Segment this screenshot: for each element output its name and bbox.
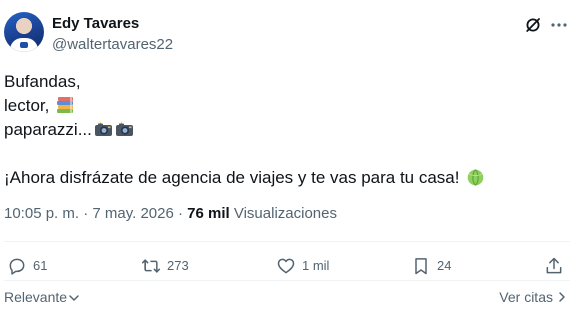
- post-line: ¡Ahora disfrázate de agencia de viajes y…: [4, 166, 564, 190]
- timestamp[interactable]: 10:05 p. m. · 7 may. 2026 ·: [4, 205, 187, 222]
- sort-replies-dropdown[interactable]: Relevante: [4, 287, 80, 307]
- divider: [4, 280, 570, 281]
- camera-with-flash-emoji: [94, 121, 112, 136]
- repost-count: 273: [167, 258, 189, 273]
- chevron-right-icon: [559, 292, 565, 302]
- view-quotes-link[interactable]: Ver citas: [499, 287, 568, 307]
- like-button[interactable]: 1 mil: [276, 254, 329, 278]
- avatar[interactable]: [4, 12, 44, 52]
- reply-button[interactable]: 61: [7, 254, 47, 278]
- books-emoji: [57, 97, 74, 113]
- like-count: 1 mil: [302, 258, 330, 273]
- heart-icon: [277, 258, 295, 274]
- post-line: Bufandas,: [4, 72, 81, 91]
- chevron-down-icon: [69, 295, 79, 301]
- sort-label: Relevante: [4, 289, 68, 305]
- camera-with-flash-emoji: [115, 121, 133, 136]
- avatar-figure: [10, 38, 38, 52]
- divider: [4, 241, 570, 242]
- reply-count: 61: [33, 258, 48, 273]
- reply-icon: [9, 258, 25, 275]
- share-button[interactable]: [544, 254, 564, 278]
- views-label: Visualizaciones: [229, 205, 337, 222]
- bookmark-count: 24: [437, 258, 452, 273]
- post-line: lector,: [4, 94, 564, 118]
- bookmark-button[interactable]: 24: [411, 254, 451, 278]
- repost-icon: [141, 259, 161, 273]
- post-meta: 10:05 p. m. · 7 may. 2026 · 76 mil Visua…: [4, 204, 337, 224]
- author-name[interactable]: Edy Tavares: [52, 14, 139, 34]
- repost-button[interactable]: 273: [141, 254, 189, 278]
- author-handle[interactable]: @waltertavares22: [52, 35, 173, 55]
- melon-emoji: [467, 169, 484, 186]
- share-icon: [546, 257, 562, 274]
- tweet-card: Edy Tavares @waltertavares22 Bufandas, l…: [0, 0, 582, 316]
- views-count[interactable]: 76 mil: [187, 205, 230, 222]
- post-text: Bufandas, lector, paparazzi... ¡Ahora di…: [4, 70, 564, 190]
- bookmark-icon: [415, 258, 427, 275]
- more-horizontal-icon[interactable]: [549, 15, 569, 35]
- grok-icon[interactable]: [524, 16, 542, 34]
- post-line: paparazzi...: [4, 118, 564, 142]
- quotes-label: Ver citas: [499, 289, 553, 305]
